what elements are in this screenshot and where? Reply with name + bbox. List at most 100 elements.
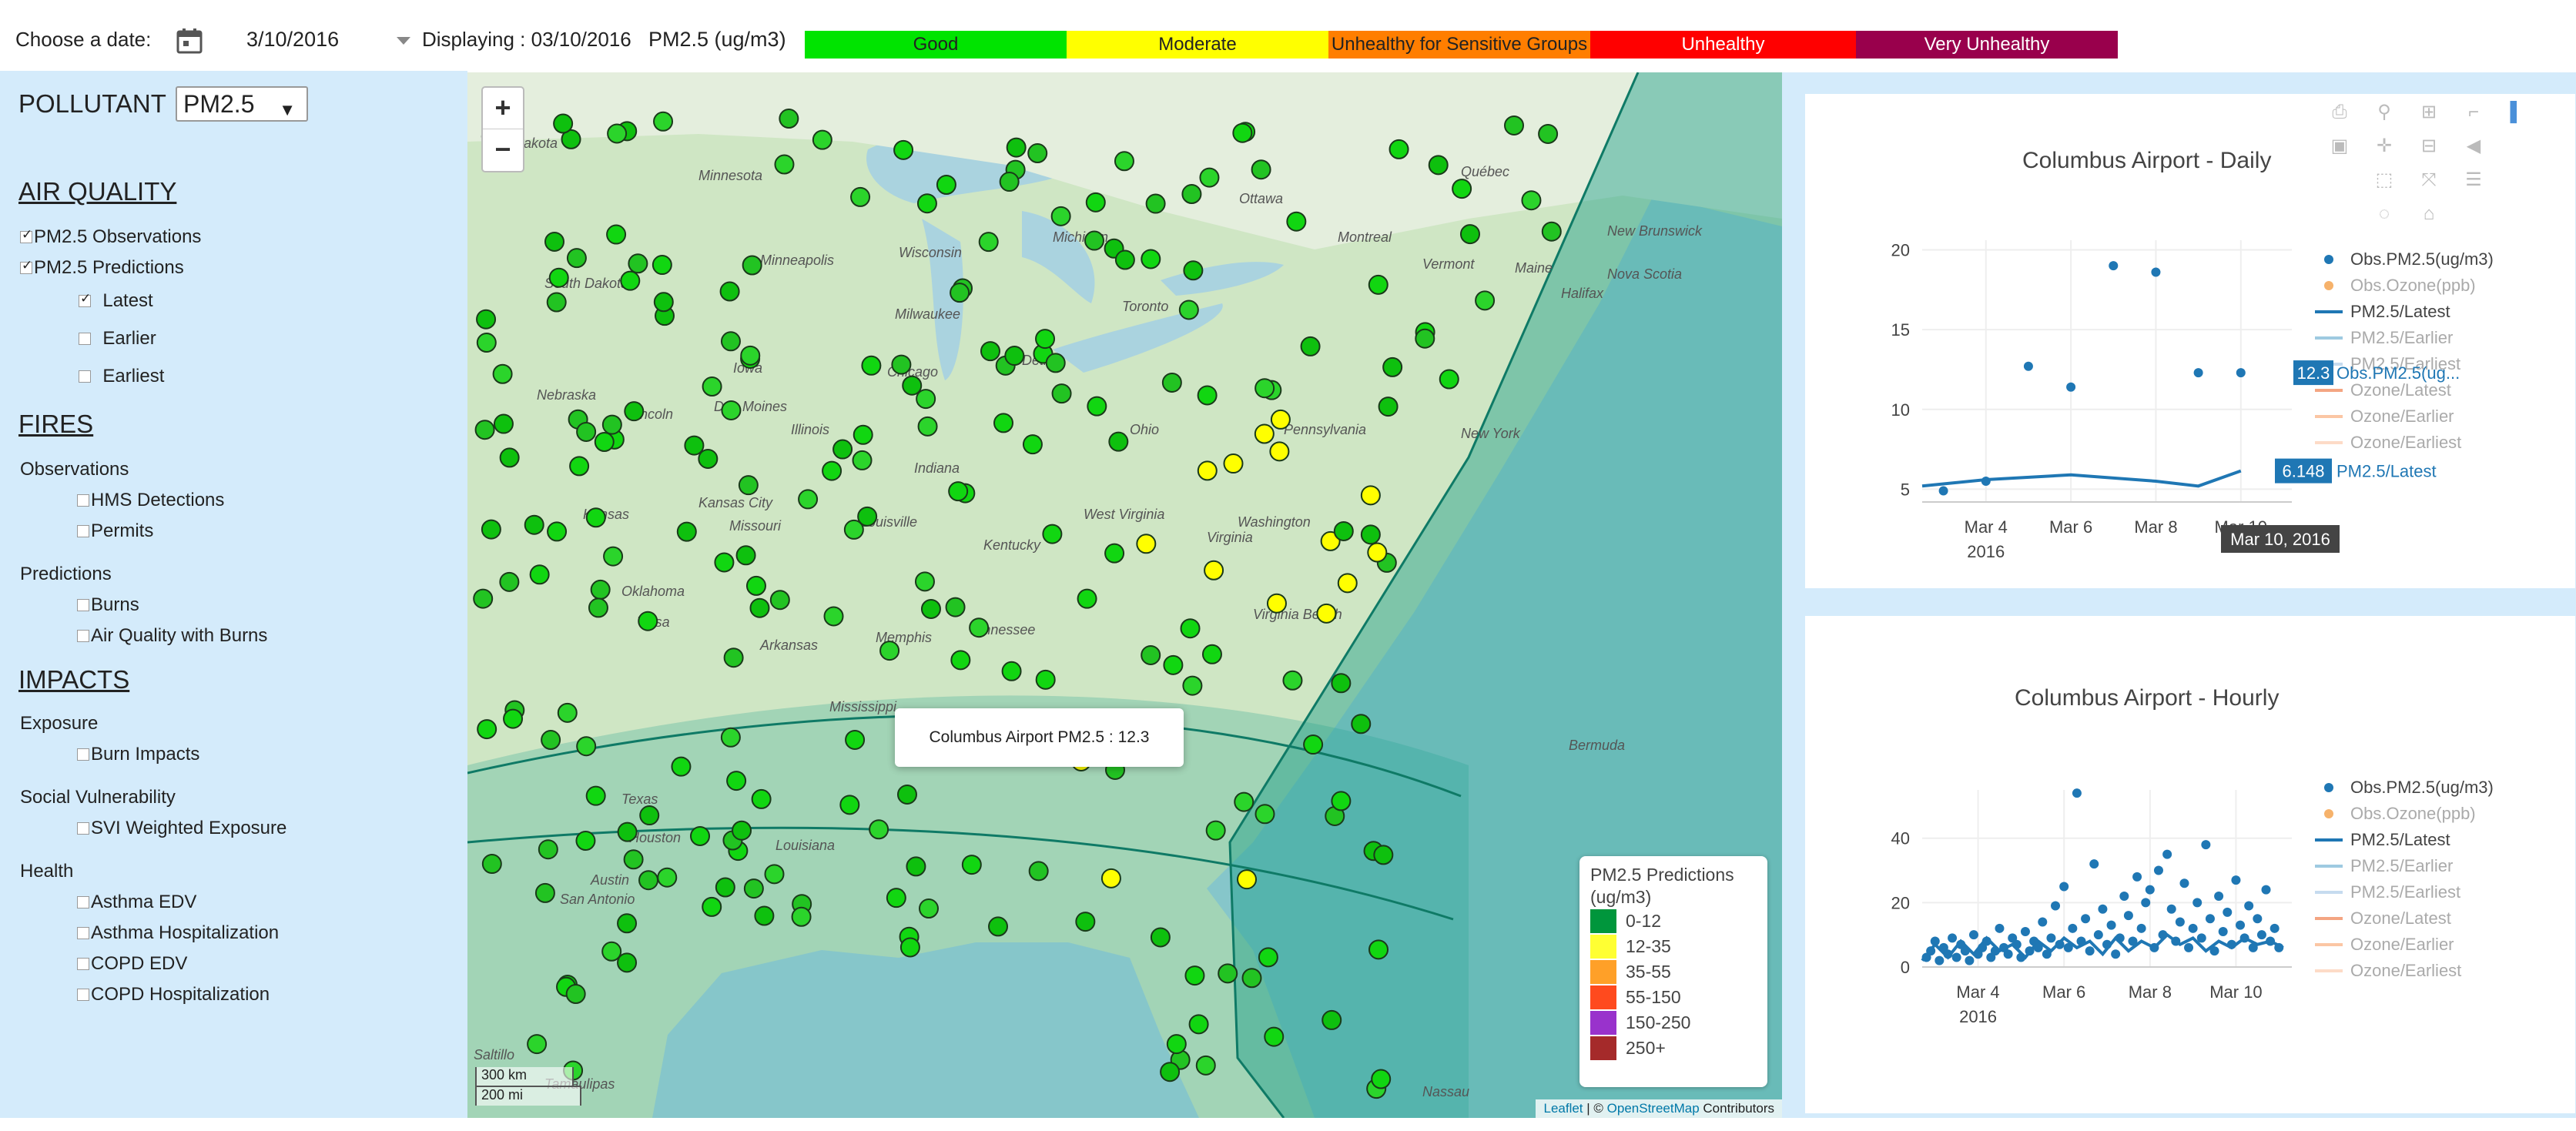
data-point[interactable] bbox=[2003, 949, 2013, 959]
checkbox[interactable] bbox=[77, 958, 89, 970]
station-marker[interactable] bbox=[891, 354, 912, 375]
station-marker[interactable] bbox=[749, 597, 770, 618]
station-marker[interactable] bbox=[477, 719, 497, 740]
station-marker[interactable] bbox=[1251, 159, 1271, 180]
station-marker[interactable] bbox=[606, 224, 627, 245]
station-marker[interactable] bbox=[1188, 1014, 1209, 1035]
aq-with-burns-toggle[interactable]: Air Quality with Burns bbox=[77, 625, 267, 647]
station-marker[interactable] bbox=[969, 617, 990, 638]
data-point[interactable] bbox=[2055, 939, 2065, 949]
station-marker[interactable] bbox=[751, 788, 772, 809]
station-marker[interactable] bbox=[721, 400, 742, 420]
data-point[interactable] bbox=[1965, 955, 1975, 965]
station-marker[interactable] bbox=[1415, 328, 1435, 349]
data-point[interactable] bbox=[2184, 942, 2194, 952]
station-marker[interactable] bbox=[738, 475, 759, 496]
station-marker[interactable] bbox=[557, 702, 578, 723]
station-marker[interactable] bbox=[524, 514, 544, 535]
station-marker[interactable] bbox=[754, 905, 775, 926]
legend-label[interactable]: Ozone/Earlier bbox=[2350, 935, 2454, 954]
checkbox[interactable] bbox=[77, 927, 89, 939]
station-marker[interactable] bbox=[601, 414, 622, 435]
station-marker[interactable] bbox=[714, 552, 735, 573]
station-marker[interactable] bbox=[1166, 1034, 1187, 1055]
station-marker[interactable] bbox=[918, 898, 939, 919]
station-marker[interactable] bbox=[1351, 714, 1372, 734]
data-point[interactable] bbox=[2016, 952, 2026, 962]
station-marker[interactable] bbox=[657, 867, 678, 888]
station-marker[interactable] bbox=[1541, 221, 1562, 242]
station-marker[interactable] bbox=[684, 435, 705, 456]
station-marker[interactable] bbox=[499, 571, 520, 592]
checkbox[interactable] bbox=[77, 896, 89, 908]
data-point[interactable] bbox=[2223, 907, 2233, 917]
data-point[interactable] bbox=[1948, 933, 1958, 943]
station-marker[interactable] bbox=[1439, 369, 1459, 390]
station-marker[interactable] bbox=[769, 590, 790, 611]
lasso-icon[interactable]: ◌ bbox=[2373, 203, 2395, 225]
station-marker[interactable] bbox=[1378, 397, 1399, 417]
station-marker[interactable] bbox=[1145, 193, 1166, 214]
station-marker[interactable] bbox=[1428, 155, 1449, 176]
data-point[interactable] bbox=[2256, 930, 2266, 940]
station-marker[interactable] bbox=[702, 376, 722, 397]
station-marker[interactable] bbox=[1234, 791, 1255, 812]
permits-toggle[interactable]: Permits bbox=[77, 520, 153, 542]
station-marker[interactable] bbox=[603, 546, 624, 567]
data-point[interactable] bbox=[2201, 840, 2211, 850]
data-point[interactable] bbox=[2175, 917, 2185, 927]
data-point[interactable] bbox=[2106, 920, 2116, 930]
station-marker[interactable] bbox=[1004, 346, 1025, 366]
legend-label[interactable]: Ozone/Earliest bbox=[2350, 961, 2461, 980]
station-marker[interactable] bbox=[1360, 485, 1381, 506]
station-marker[interactable] bbox=[546, 292, 567, 313]
zoom-icon[interactable]: ⚲ bbox=[2373, 102, 2395, 123]
station-marker[interactable] bbox=[978, 232, 999, 253]
data-point[interactable] bbox=[2158, 930, 2168, 940]
data-point[interactable] bbox=[2111, 949, 2121, 959]
station-marker[interactable] bbox=[624, 401, 645, 422]
station-marker[interactable] bbox=[1114, 151, 1134, 172]
station-marker[interactable] bbox=[936, 174, 956, 195]
data-point[interactable] bbox=[2145, 885, 2155, 895]
zoom-out-button[interactable]: − bbox=[483, 129, 523, 171]
data-point[interactable] bbox=[1951, 952, 1961, 962]
toggle-spikelines-icon[interactable]: ☰ bbox=[2463, 169, 2484, 191]
station-marker[interactable] bbox=[1163, 654, 1184, 675]
data-point[interactable] bbox=[1995, 923, 2005, 933]
station-marker[interactable] bbox=[585, 507, 606, 528]
legend-label[interactable]: PM2.5/Earlier bbox=[2350, 328, 2453, 347]
station-marker[interactable] bbox=[961, 855, 982, 875]
station-marker[interactable] bbox=[1075, 912, 1096, 932]
station-marker[interactable] bbox=[1258, 947, 1278, 968]
station-marker[interactable] bbox=[715, 877, 735, 898]
data-point[interactable] bbox=[2119, 892, 2129, 901]
station-marker[interactable] bbox=[1286, 211, 1307, 232]
station-marker[interactable] bbox=[576, 421, 597, 442]
station-marker[interactable] bbox=[980, 341, 1000, 362]
legend-label[interactable]: Obs.Ozone(ppb) bbox=[2350, 276, 2476, 295]
data-point[interactable] bbox=[2192, 898, 2202, 908]
data-point[interactable] bbox=[2149, 942, 2159, 952]
data-point[interactable] bbox=[2218, 927, 2228, 936]
data-point[interactable] bbox=[2171, 936, 2181, 946]
station-marker[interactable] bbox=[740, 345, 761, 366]
station-marker[interactable] bbox=[1035, 329, 1056, 350]
data-point[interactable] bbox=[2188, 923, 2198, 933]
station-marker[interactable] bbox=[690, 825, 711, 846]
station-marker[interactable] bbox=[1178, 299, 1199, 320]
station-marker[interactable] bbox=[1255, 804, 1275, 825]
data-point[interactable] bbox=[2042, 949, 2052, 959]
legend-label[interactable]: Obs.PM2.5(ug/m3) bbox=[2350, 778, 2494, 797]
station-marker[interactable] bbox=[1184, 965, 1205, 986]
station-marker[interactable] bbox=[735, 545, 756, 566]
station-marker[interactable] bbox=[1241, 968, 1262, 989]
data-point[interactable] bbox=[2166, 904, 2176, 914]
data-point[interactable] bbox=[2214, 892, 2224, 901]
reset-axes-icon[interactable]: ⤧ bbox=[2418, 169, 2440, 191]
data-point[interactable] bbox=[2033, 942, 2043, 952]
copd-edv-toggle[interactable]: COPD EDV bbox=[77, 953, 187, 975]
station-marker[interactable] bbox=[1371, 1069, 1392, 1089]
chevron-down-icon[interactable] bbox=[397, 37, 410, 45]
station-marker[interactable] bbox=[1367, 542, 1388, 563]
